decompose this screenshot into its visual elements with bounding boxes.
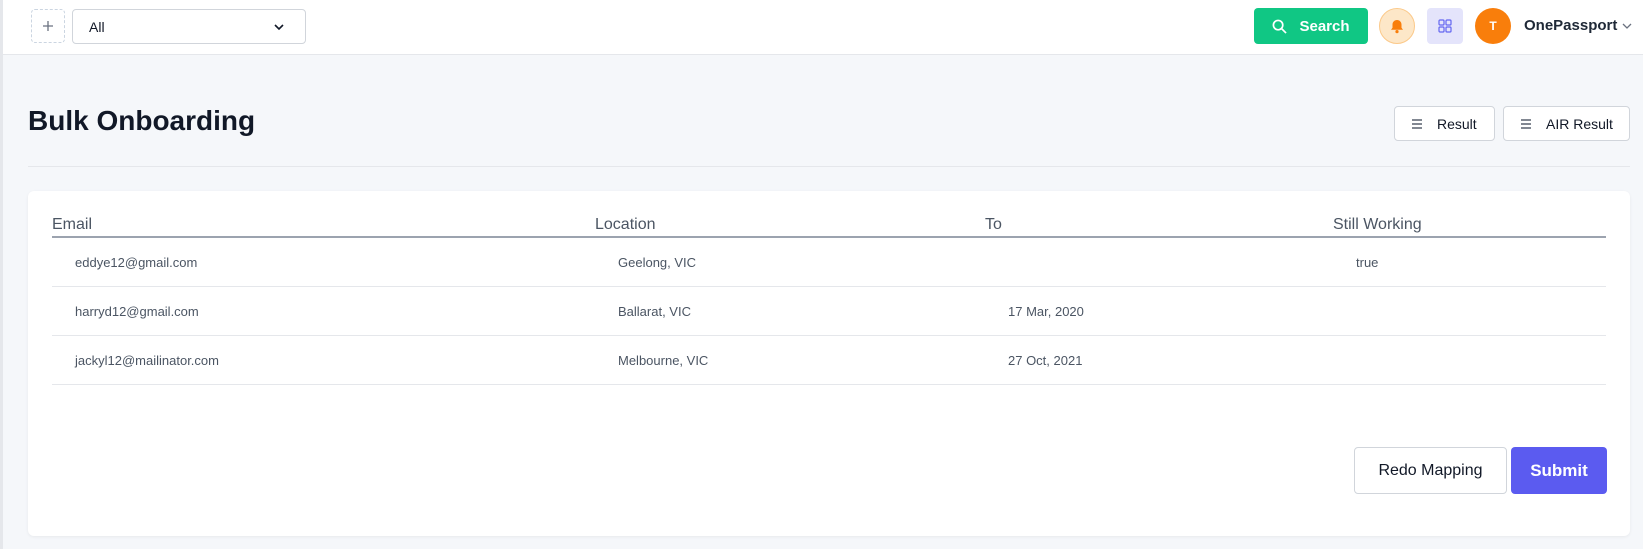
bell-icon <box>1390 19 1404 34</box>
air-result-button-label: AIR Result <box>1546 115 1613 132</box>
redo-mapping-button[interactable]: Redo Mapping <box>1354 447 1507 494</box>
grid-icon <box>1438 19 1452 33</box>
column-header-still-working: Still Working <box>1333 216 1422 233</box>
page-title: Bulk Onboarding <box>28 105 256 136</box>
add-button[interactable] <box>31 9 65 43</box>
chevron-down-icon[interactable] <box>1621 20 1633 32</box>
result-button[interactable]: Result <box>1394 106 1495 141</box>
cell-location: Geelong, VIC <box>618 255 697 270</box>
list-icon <box>1520 118 1532 129</box>
top-bar: All Search T OnePassport <box>3 0 1643 55</box>
apps-button[interactable] <box>1427 8 1463 44</box>
table-header: Email Location To Still Working <box>52 216 1606 238</box>
cell-to: 27 Oct, 2021 <box>1008 353 1083 368</box>
plus-icon <box>42 20 54 32</box>
submit-button[interactable]: Submit <box>1511 447 1607 494</box>
left-edge <box>0 0 3 549</box>
avatar[interactable]: T <box>1475 8 1511 44</box>
column-header-email: Email <box>52 216 93 233</box>
column-header-to: To <box>985 216 1002 233</box>
result-button-label: Result <box>1437 115 1477 132</box>
cell-email: eddye12@gmail.com <box>75 255 198 270</box>
cell-still-working: true <box>1356 255 1379 270</box>
filter-select[interactable]: All <box>72 9 306 44</box>
column-header-location: Location <box>595 216 656 233</box>
cell-location: Melbourne, VIC <box>618 353 709 368</box>
table-row: jackyl12@mailinator.com Melbourne, VIC 2… <box>52 336 1606 385</box>
search-button[interactable]: Search <box>1254 8 1368 44</box>
search-icon <box>1272 19 1288 34</box>
table-row: eddye12@gmail.com Geelong, VIC true <box>52 238 1606 287</box>
search-button-label: Search <box>1299 17 1350 35</box>
onboarding-table: Email Location To Still Working eddye12@… <box>52 216 1606 385</box>
onboarding-card: Email Location To Still Working eddye12@… <box>28 191 1630 536</box>
user-name[interactable]: OnePassport <box>1524 17 1617 34</box>
header-divider <box>28 166 1630 167</box>
air-result-button[interactable]: AIR Result <box>1503 106 1630 141</box>
cell-email: jackyl12@mailinator.com <box>75 353 219 368</box>
cell-to: 17 Mar, 2020 <box>1008 304 1084 319</box>
cell-location: Ballarat, VIC <box>618 304 691 319</box>
cell-email: harryd12@gmail.com <box>75 304 199 319</box>
chevron-down-icon <box>273 21 285 33</box>
filter-select-value: All <box>89 18 105 35</box>
notification-button[interactable] <box>1379 8 1415 44</box>
table-row: harryd12@gmail.com Ballarat, VIC 17 Mar,… <box>52 287 1606 336</box>
list-icon <box>1411 118 1423 129</box>
